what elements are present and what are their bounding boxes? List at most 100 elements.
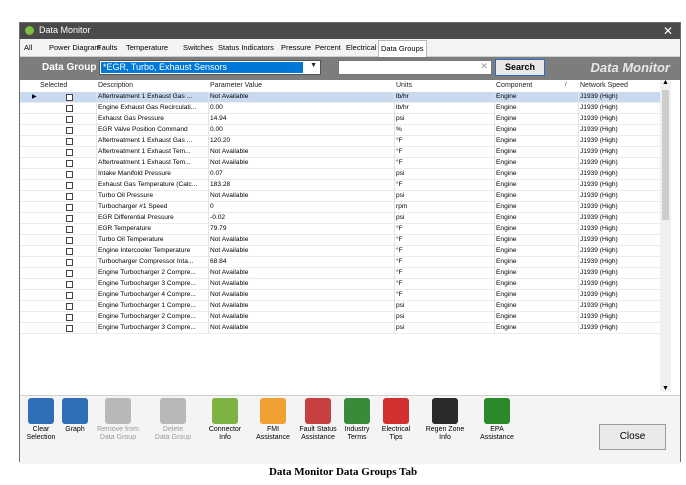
cell-desc: Turbocharger #1 Speed xyxy=(96,202,208,213)
chevron-down-icon[interactable]: ▼ xyxy=(310,62,317,69)
row-select-checkbox[interactable] xyxy=(66,193,73,200)
electrical-tips-label: Electrical Tips xyxy=(381,426,411,441)
row-select-checkbox[interactable] xyxy=(66,182,73,189)
graph-label: Graph xyxy=(65,426,85,433)
table-row[interactable]: Engine Turbocharger 2 Compre... Not Avail… xyxy=(20,268,660,279)
clear-search-icon[interactable]: ✕ xyxy=(480,61,488,72)
table-row[interactable]: Turbo Oil Pressure Not Available psi Engine… xyxy=(20,191,660,202)
table-row[interactable]: Aftertreatment 1 Exhaust Tem... Not Avail… xyxy=(20,158,660,169)
data-group-dropdown[interactable]: *EGR, Turbo, Exhaust Sensors ▼ xyxy=(99,60,321,75)
row-select-checkbox[interactable] xyxy=(66,270,73,277)
table-row[interactable]: Engine Turbocharger 3 Compre... Not Avail… xyxy=(20,279,660,290)
row-select-checkbox[interactable] xyxy=(66,215,73,222)
row-select-checkbox[interactable] xyxy=(66,149,73,156)
table-row[interactable]: EGR Temperature 79.79 °F Engine J1939 (High) xyxy=(20,224,660,235)
fault-status-assistance-button[interactable]: Fault Status Assistance xyxy=(297,398,339,442)
regen-zone-info-label: Regen Zone Info xyxy=(425,426,465,441)
row-select-checkbox[interactable] xyxy=(66,325,73,332)
row-select-checkbox[interactable] xyxy=(66,105,73,112)
cell-desc: Turbo Oil Pressure xyxy=(96,191,208,202)
window-close-icon[interactable]: ✕ xyxy=(663,23,673,39)
row-select-checkbox[interactable] xyxy=(66,116,73,123)
connector-info-button[interactable]: Connector Info xyxy=(202,398,248,442)
tab-pressure[interactable]: Pressure xyxy=(279,41,313,55)
fmi-assistance-button[interactable]: FMI Assistance xyxy=(252,398,294,442)
scroll-up-icon[interactable]: ▲ xyxy=(662,79,669,86)
fault-status-icon xyxy=(305,398,331,424)
cell-units: °F xyxy=(394,268,494,279)
tab-status-indicators[interactable]: Status Indicators xyxy=(216,41,276,55)
close-button[interactable]: Close xyxy=(599,424,666,450)
column-header-parameter-value[interactable]: Parameter Value xyxy=(210,80,262,91)
row-select-checkbox[interactable] xyxy=(66,314,73,321)
tab-temperature[interactable]: Temperature xyxy=(124,41,170,55)
cell-component: Engine xyxy=(494,279,578,290)
column-header-network-speed[interactable]: Network Speed xyxy=(580,80,628,91)
table-row[interactable]: Turbocharger #1 Speed 0 rpm Engine J1939 (Hi… xyxy=(20,202,660,213)
tab-all[interactable]: All xyxy=(22,41,34,55)
fault-status-assistance-label: Fault Status Assistance xyxy=(299,426,337,441)
tab-switches[interactable]: Switches xyxy=(181,41,215,55)
table-row[interactable]: Engine Turbocharger 4 Compre... Not Avail… xyxy=(20,290,660,301)
row-select-checkbox[interactable] xyxy=(66,160,73,167)
row-select-checkbox[interactable] xyxy=(66,127,73,134)
table-row[interactable]: Turbo Oil Temperature Not Available °F Engi… xyxy=(20,235,660,246)
row-select-checkbox[interactable] xyxy=(66,259,73,266)
table-row[interactable]: Exhaust Gas Pressure 14.94 psi Engine J1939 … xyxy=(20,114,660,125)
regen-zone-info-button[interactable]: Regen Zone Info xyxy=(418,398,472,442)
cell-units: psi xyxy=(394,323,494,334)
tab-percent[interactable]: Percent xyxy=(313,41,343,55)
row-select-checkbox[interactable] xyxy=(66,281,73,288)
search-button[interactable]: Search xyxy=(495,59,545,76)
cell-desc: Aftertreatment 1 Exhaust Tem... xyxy=(96,158,208,169)
row-select-checkbox[interactable] xyxy=(66,94,73,101)
cell-component: Engine xyxy=(494,323,578,334)
table-row[interactable]: Exhaust Gas Temperature (Calc... 183.28 °F… xyxy=(20,180,660,191)
table-row[interactable]: Engine Intercooler Temperature Not Availa… xyxy=(20,246,660,257)
table-row[interactable]: EGR Differential Pressure -0.02 psi Engine J… xyxy=(20,213,660,224)
table-row[interactable]: Engine Turbocharger 2 Compre... Not Avail… xyxy=(20,312,660,323)
cell-component: Engine xyxy=(494,257,578,268)
cell-desc: Aftertreatment 1 Exhaust Tem... xyxy=(96,147,208,158)
table-row[interactable]: EGR Valve Position Command 0.00% Engine J19… xyxy=(20,125,660,136)
row-select-checkbox[interactable] xyxy=(66,292,73,299)
table-row[interactable]: ▶ Aftertreatment 1 Exhaust Gas ... Not Ava… xyxy=(20,92,660,103)
table-row[interactable]: Engine Turbocharger 3 Compre... Not Avail… xyxy=(20,323,660,334)
column-header-units[interactable]: Units xyxy=(396,80,412,91)
industry-terms-button[interactable]: Industry Terms xyxy=(339,398,375,442)
column-header-component[interactable]: Component xyxy=(496,80,532,91)
electrical-tips-button[interactable]: Electrical Tips xyxy=(377,398,415,442)
row-select-checkbox[interactable] xyxy=(66,303,73,310)
row-select-checkbox[interactable] xyxy=(66,171,73,178)
tab-data-groups[interactable]: Data Groups xyxy=(378,40,427,57)
cell-component: Engine xyxy=(494,180,578,191)
row-select-checkbox[interactable] xyxy=(66,138,73,145)
cell-desc: Engine Exhaust Gas Recirculati... xyxy=(96,103,208,114)
cell-speed: J1939 (High) xyxy=(578,224,660,235)
cell-component: Engine xyxy=(494,213,578,224)
row-select-checkbox[interactable] xyxy=(66,248,73,255)
cell-value: Not Available xyxy=(208,147,394,158)
tab-faults[interactable]: Faults xyxy=(95,41,119,55)
row-select-checkbox[interactable] xyxy=(66,237,73,244)
clear-selection-button[interactable]: Clear Selection xyxy=(26,398,56,442)
graph-button[interactable]: Graph xyxy=(62,398,88,434)
column-header-selected[interactable]: Selected xyxy=(40,80,67,91)
column-header-description[interactable]: Description xyxy=(98,80,133,91)
table-row[interactable]: Aftertreatment 1 Exhaust Gas ... 120.20 °F… xyxy=(20,136,660,147)
epa-assistance-button[interactable]: EPA Assistance xyxy=(475,398,519,442)
table-row[interactable]: Engine Exhaust Gas Recirculati... 0.00 lb/… xyxy=(20,103,660,114)
scrollbar-thumb[interactable] xyxy=(662,90,669,220)
row-select-checkbox[interactable] xyxy=(66,226,73,233)
table-row[interactable]: Aftertreatment 1 Exhaust Tem... Not Avail… xyxy=(20,147,660,158)
table-row[interactable]: Turbocharger Compressor Inta... 68.84 °F En… xyxy=(20,257,660,268)
search-input[interactable]: ✕ xyxy=(338,60,492,75)
table-row[interactable]: Engine Turbocharger 1 Compre... Not Avail… xyxy=(20,301,660,312)
tab-electrical[interactable]: Electrical xyxy=(344,41,378,55)
electrical-tips-icon xyxy=(383,398,409,424)
cell-desc: Intake Manifold Pressure xyxy=(96,169,208,180)
row-select-checkbox[interactable] xyxy=(66,204,73,211)
vertical-scrollbar[interactable]: ▲ ▼ xyxy=(660,79,671,392)
scroll-down-icon[interactable]: ▼ xyxy=(662,385,669,392)
table-row[interactable]: Intake Manifold Pressure 0.07 psi Engine J19… xyxy=(20,169,660,180)
